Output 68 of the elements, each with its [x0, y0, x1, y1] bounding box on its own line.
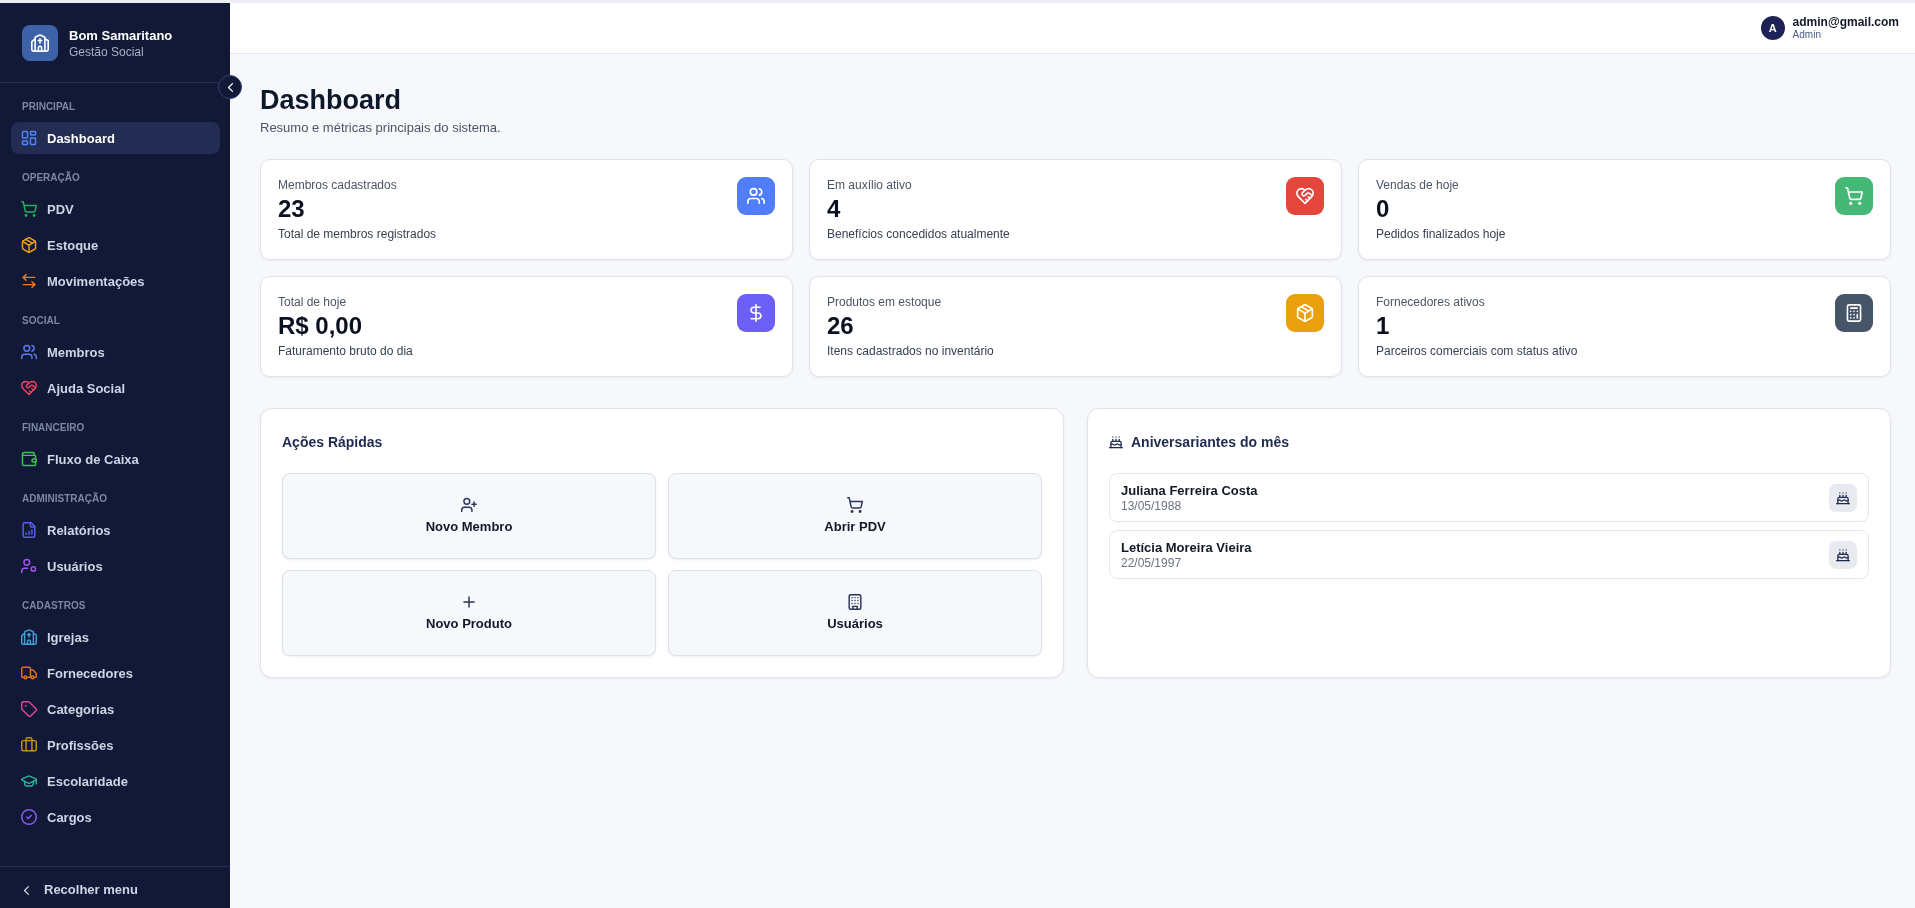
nav-item[interactable]: Usuários: [11, 550, 220, 582]
stat-label: Em auxílio ativo: [827, 177, 913, 193]
stat-label: Produtos em estoque: [827, 294, 943, 310]
section-label: FINANCEIRO: [21, 421, 86, 435]
stat-label: Vendas de hoje: [1376, 177, 1460, 193]
stat-value: 1: [1376, 312, 1391, 340]
cart-icon: [847, 496, 863, 513]
cake-icon: [1829, 540, 1857, 569]
church-icon: [22, 25, 58, 61]
nav-item[interactable]: Ajuda Social: [11, 372, 220, 404]
section-label: PRINCIPAL: [21, 100, 77, 114]
stat-description: Itens cadastrados no inventário: [827, 343, 994, 359]
cake-icon: [1109, 435, 1123, 449]
stat-value: 26: [827, 312, 855, 340]
nav-item[interactable]: Profissões: [11, 729, 220, 761]
user-email: admin@gmail.com: [1792, 15, 1899, 29]
nav-item[interactable]: Movimentações: [11, 265, 220, 297]
quick-action-button[interactable]: Novo Membro: [282, 473, 656, 559]
nav-item[interactable]: Igrejas: [11, 621, 220, 653]
building-icon: [847, 593, 863, 610]
collapse-toggle-button[interactable]: [218, 75, 242, 99]
section-label: CADASTROS: [21, 599, 87, 613]
stat-description: Faturamento bruto do dia: [278, 343, 413, 359]
stat-label: Membros cadastrados: [278, 177, 398, 193]
person-name: Juliana Ferreira Costa: [1121, 481, 1258, 499]
page-subtitle: Resumo e métricas principais do sistema.: [260, 119, 502, 137]
user-plus-icon: [461, 496, 477, 513]
stat-value: 4: [827, 195, 842, 223]
panel-title: Aniversariantes do mês: [1131, 433, 1289, 452]
nav-item[interactable]: PDV: [11, 193, 220, 225]
nav-item[interactable]: Dashboard: [11, 122, 220, 154]
panel-title: Ações Rápidas: [282, 433, 383, 452]
nav-item[interactable]: Fornecedores: [11, 657, 220, 689]
page-title: Dashboard: [260, 84, 403, 117]
nav-item[interactable]: Membros: [11, 336, 220, 368]
brand-title: Bom Samaritano: [69, 26, 173, 44]
birth-date: 22/05/1997: [1121, 555, 1183, 571]
chevron-left-icon: [225, 82, 235, 92]
brand-subtitle: Gestão Social: [69, 43, 145, 60]
stat-value: 23: [278, 195, 306, 223]
stat-description: Benefícios concedidos atualmente: [827, 226, 1010, 242]
nav-item[interactable]: Estoque: [11, 229, 220, 261]
person-name: Letícia Moreira Vieira: [1121, 538, 1252, 556]
birth-date: 13/05/1988: [1121, 498, 1183, 514]
nav-item[interactable]: Escolaridade: [11, 765, 220, 797]
nav-item[interactable]: Fluxo de Caixa: [11, 443, 220, 475]
section-label: OPERAÇÃO: [21, 171, 81, 185]
stat-label: Fornecedores ativos: [1376, 294, 1486, 310]
nav-item[interactable]: Relatórios: [11, 514, 220, 546]
quick-action-button[interactable]: Novo Produto: [282, 570, 656, 656]
section-label: SOCIAL: [21, 314, 61, 328]
collapse-menu-button[interactable]: Recolher menu: [22, 881, 138, 899]
stat-value: R$ 0,00: [278, 312, 364, 340]
chevron-left-icon: [22, 885, 31, 895]
stat-description: Parceiros comerciais com status ativo: [1376, 343, 1578, 359]
section-label: ADMINISTRAÇÃO: [21, 492, 108, 506]
nav-item[interactable]: Cargos: [11, 801, 220, 833]
user-avatar: A: [1760, 16, 1785, 40]
plus-icon: [461, 593, 477, 610]
stat-value: 0: [1376, 195, 1391, 223]
stat-description: Total de membros registrados: [278, 226, 437, 242]
user-role: Admin: [1792, 29, 1822, 41]
cake-icon: [1829, 483, 1857, 512]
stat-label: Total de hoje: [278, 294, 348, 310]
quick-action-button[interactable]: Usuários: [668, 570, 1042, 656]
quick-action-button[interactable]: Abrir PDV: [668, 473, 1042, 559]
nav-item[interactable]: Categorias: [11, 693, 220, 725]
stat-description: Pedidos finalizados hoje: [1376, 226, 1506, 242]
